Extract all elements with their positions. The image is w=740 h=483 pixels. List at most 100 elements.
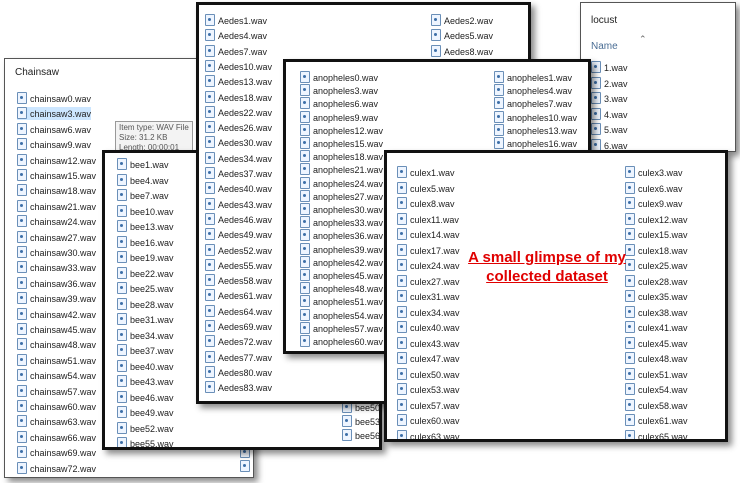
file-item[interactable]: culex61.wav	[625, 414, 688, 427]
file-item[interactable]: chainsaw42.wav	[17, 307, 96, 321]
file-item[interactable]: Aedes10.wav	[205, 59, 272, 73]
file-item[interactable]: Aedes22.wav	[205, 105, 272, 119]
file-item[interactable]: culex31.wav	[397, 290, 460, 303]
file-item[interactable]: anopheles15.wav	[300, 137, 383, 150]
file-item[interactable]: anopheles10.wav	[494, 110, 577, 124]
file-item[interactable]: chainsaw51.wav	[17, 353, 96, 367]
file-item[interactable]: culex47.wav	[397, 352, 460, 365]
file-item[interactable]: chainsaw0.wav	[17, 92, 91, 105]
file-item[interactable]: chainsaw3.wav	[17, 107, 92, 121]
file-item[interactable]: Aedes1.wav	[205, 14, 267, 27]
file-item[interactable]: Aedes34.wav	[205, 151, 272, 165]
file-item[interactable]: anopheles13.wav	[494, 123, 577, 137]
file-item[interactable]: anopheles33.wav	[300, 216, 383, 229]
file-item[interactable]: culex5.wav	[397, 181, 455, 195]
file-item[interactable]: bee34.wav	[117, 328, 174, 342]
file-item[interactable]: Aedes80.wav	[205, 365, 272, 379]
file-item[interactable]: chainsaw45.wav	[17, 323, 96, 336]
file-item[interactable]: culex65.wav	[625, 429, 688, 439]
file-item[interactable]: bee10.wav	[117, 204, 174, 218]
file-item[interactable]: Aedes13.wav	[205, 75, 272, 88]
file-item[interactable]: Aedes30.wav	[205, 136, 272, 149]
file-item[interactable]: bee55.wav	[117, 437, 174, 447]
file-item[interactable]: chainsaw30.wav	[17, 246, 96, 259]
file-item[interactable]: culex34.wav	[397, 305, 460, 319]
file-item[interactable]: bee25.wav	[117, 282, 174, 295]
file-item[interactable]: chainsaw33.wav	[17, 261, 96, 274]
file-item[interactable]: chainsaw27.wav	[17, 230, 96, 244]
file-item[interactable]: bee49.wav	[117, 406, 174, 419]
file-item[interactable]: anopheles54.wav	[300, 308, 383, 322]
file-item[interactable]: bee13.wav	[117, 220, 174, 233]
file-item[interactable]: 4.wav	[591, 107, 628, 121]
file-item[interactable]: Aedes61.wav	[205, 289, 272, 302]
file-item[interactable]: anopheles48.wav	[300, 282, 383, 295]
file-item[interactable]: Aedes7.wav	[205, 44, 267, 58]
file-item[interactable]: bee43.wav	[117, 375, 174, 388]
file-item[interactable]: Aedes2.wav	[431, 14, 493, 27]
file-item[interactable]: bee56.wav	[342, 429, 379, 442]
file-item[interactable]: chainsaw18.wav	[17, 184, 96, 197]
file-item[interactable]: anopheles3.wav	[300, 84, 378, 97]
file-item[interactable]: bee53.wav	[342, 415, 379, 428]
file-item[interactable]: culex6.wav	[625, 181, 683, 195]
file-item[interactable]: culex12.wav	[625, 212, 688, 226]
file-item[interactable]: anopheles18.wav	[300, 150, 383, 163]
file-item[interactable]: chainsaw12.wav	[17, 153, 96, 167]
file-item[interactable]: Aedes5.wav	[431, 29, 493, 42]
file-item[interactable]: Aedes83.wav	[205, 381, 272, 394]
file-item[interactable]: Aedes64.wav	[205, 304, 272, 318]
file-item[interactable]: anopheles9.wav	[300, 110, 378, 124]
file-item[interactable]: culex40.wav	[397, 321, 460, 334]
file-item[interactable]: culex11.wav	[397, 212, 459, 226]
file-item[interactable]: culex50.wav	[397, 367, 460, 381]
file-item[interactable]: bee40.wav	[117, 359, 174, 373]
file-item[interactable]: anopheles12.wav	[300, 123, 383, 137]
file-item[interactable]: culex9.wav	[625, 197, 683, 210]
file-item[interactable]: Aedes26.wav	[205, 121, 272, 134]
file-item[interactable]: culex58.wav	[625, 398, 688, 412]
file-item[interactable]: anopheles57.wav	[300, 321, 383, 335]
file-item[interactable]: culex54.wav	[625, 383, 688, 396]
file-item[interactable]: chainsaw24.wav	[17, 215, 96, 228]
file-item[interactable]: bee22.wav	[117, 266, 174, 280]
file-item[interactable]: Aedes4.wav	[205, 29, 267, 42]
file-item[interactable]: culex48.wav	[625, 352, 688, 365]
file-item[interactable]: chainsaw73.wav	[240, 460, 253, 473]
file-item[interactable]: bee31.wav	[117, 313, 174, 326]
file-item[interactable]: culex43.wav	[397, 336, 460, 350]
file-item[interactable]: Aedes77.wav	[205, 350, 272, 364]
file-item[interactable]: chainsaw54.wav	[17, 369, 96, 382]
file-item[interactable]: culex14.wav	[397, 228, 460, 241]
file-item[interactable]: culex60.wav	[397, 414, 460, 427]
file-item[interactable]: anopheles4.wav	[494, 84, 572, 97]
file-item[interactable]: bee16.wav	[117, 235, 174, 249]
file-item[interactable]: Aedes40.wav	[205, 182, 272, 195]
file-item[interactable]: Aedes46.wav	[205, 212, 272, 226]
file-item[interactable]: anopheles7.wav	[494, 97, 572, 110]
file-item[interactable]: bee7.wav	[117, 189, 169, 202]
file-item[interactable]: bee37.wav	[117, 344, 174, 357]
file-item[interactable]: anopheles1.wav	[494, 71, 572, 84]
file-item[interactable]: culex38.wav	[625, 305, 688, 319]
file-item[interactable]: chainsaw48.wav	[17, 338, 96, 351]
file-item[interactable]: anopheles27.wav	[300, 189, 383, 203]
file-item[interactable]: chainsaw63.wav	[17, 415, 96, 428]
name-column-header[interactable]: Name	[591, 41, 618, 52]
file-item[interactable]: bee4.wav	[117, 173, 169, 187]
file-item[interactable]: anopheles60.wav	[300, 335, 383, 348]
file-item[interactable]: chainsaw15.wav	[17, 169, 96, 182]
file-item[interactable]: culex3.wav	[625, 166, 683, 179]
file-item[interactable]: anopheles6.wav	[300, 97, 378, 110]
file-item[interactable]: chainsaw39.wav	[17, 292, 96, 305]
file-item[interactable]: culex45.wav	[625, 336, 688, 350]
file-item[interactable]: anopheles30.wav	[300, 203, 383, 216]
file-item[interactable]: anopheles39.wav	[300, 242, 383, 256]
file-item[interactable]: chainsaw36.wav	[17, 276, 96, 290]
file-item[interactable]: 5.wav	[591, 123, 628, 136]
file-item[interactable]: culex35.wav	[625, 290, 688, 303]
file-item[interactable]: Aedes69.wav	[205, 320, 272, 333]
file-item[interactable]: Aedes18.wav	[205, 90, 272, 104]
file-item[interactable]: bee52.wav	[117, 421, 174, 435]
file-item[interactable]: Aedes55.wav	[205, 258, 272, 272]
